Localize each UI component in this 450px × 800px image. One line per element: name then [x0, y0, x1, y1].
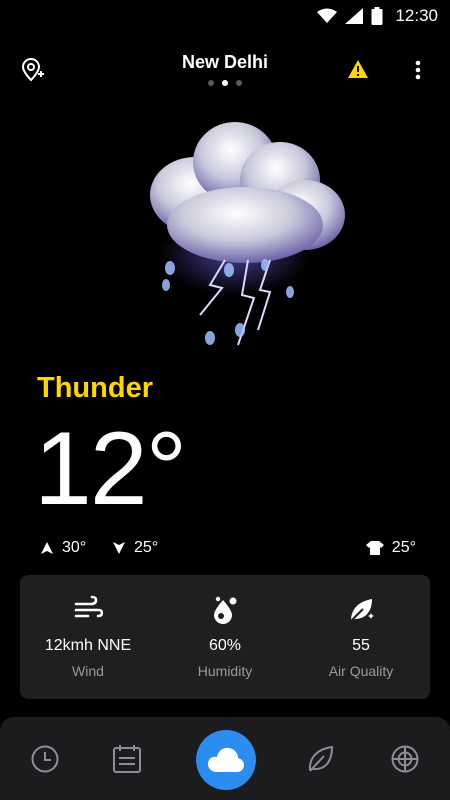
feels-like: 25° [365, 539, 416, 557]
calendar-icon[interactable] [112, 744, 142, 774]
city-name[interactable]: New Delhi [0, 52, 450, 73]
warning-icon[interactable] [347, 59, 369, 79]
humidity-icon [214, 596, 237, 624]
arrow-up-icon [41, 542, 53, 554]
more-options-icon[interactable] [408, 57, 428, 83]
high-temp: 30° [40, 539, 86, 557]
leaf-icon[interactable] [305, 744, 335, 774]
weather-condition: Thunder [37, 372, 153, 404]
shirt-icon [365, 541, 384, 555]
air-quality-label: Air Quality [328, 663, 394, 679]
signal-icon [345, 8, 364, 24]
current-temperature: 12° [34, 411, 187, 527]
wifi-icon [317, 8, 338, 23]
weather-tab-active[interactable] [196, 730, 256, 790]
air-quality-stat[interactable]: 55 Air Quality [293, 575, 429, 699]
weather-details-card: 12kmh NNE Wind 60% Humidity 55 Air Quali… [20, 575, 430, 699]
header: New Delhi [0, 45, 450, 95]
temperature-range: 30° 25° 25° [40, 539, 420, 563]
clock-icon[interactable] [30, 744, 60, 774]
wind-stat[interactable]: 12kmh NNE Wind [20, 575, 156, 699]
status-bar: 12:30 [0, 0, 450, 32]
leaf-icon [348, 599, 374, 624]
wind-label: Wind [72, 663, 104, 679]
status-icons: 12:30 [317, 4, 438, 28]
thunderstorm-illustration [150, 122, 345, 346]
wind-value: 12kmh NNE [44, 637, 132, 654]
humidity-stat[interactable]: 60% Humidity [157, 575, 293, 699]
battery-icon [371, 7, 383, 25]
radar-icon[interactable] [390, 744, 420, 774]
bottom-nav [0, 717, 450, 800]
high-temp-value: 30° [62, 539, 87, 556]
air-quality-value: 55 [352, 637, 370, 654]
page-dot [236, 80, 242, 86]
status-time: 12:30 [395, 6, 438, 25]
wind-icon [74, 595, 103, 618]
cloud-icon [208, 747, 244, 772]
low-temp: 25° [112, 539, 158, 557]
humidity-label: Humidity [197, 663, 253, 679]
page-indicator [0, 80, 450, 86]
low-temp-value: 25° [134, 539, 159, 556]
page-dot-active [222, 80, 228, 86]
arrow-down-icon [113, 542, 125, 554]
humidity-value: 60% [208, 637, 242, 654]
feels-like-value: 25° [391, 539, 416, 556]
page-dot [208, 80, 214, 86]
